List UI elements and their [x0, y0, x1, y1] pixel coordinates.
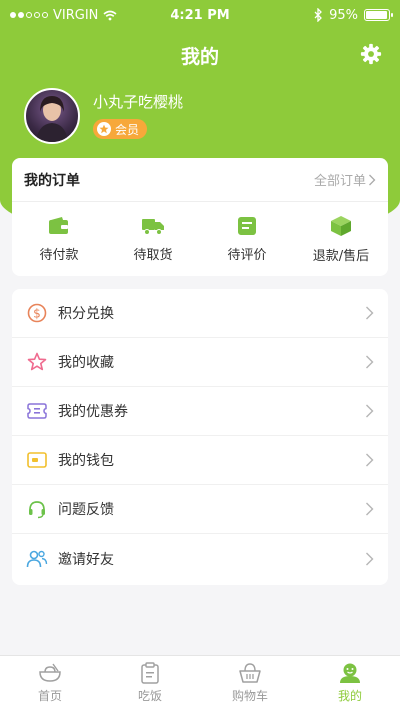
gear-icon[interactable] [360, 43, 382, 65]
order-pending-pickup[interactable]: 待取货 [106, 202, 200, 276]
chevron-right-icon [366, 404, 374, 418]
tab-label: 我的 [337, 689, 362, 703]
battery-icon [364, 9, 393, 21]
tab-meals[interactable]: 吃饭 [100, 656, 200, 710]
status-time: 4:21 PM [170, 7, 230, 23]
chevron-right-icon [369, 174, 376, 185]
page-title: 我的 [180, 46, 219, 68]
bowl-icon [39, 663, 61, 682]
menu-item-favorites[interactable]: 我的收藏 [12, 338, 388, 387]
wallet-icon [49, 216, 68, 234]
menu-item-label: 我的收藏 [58, 355, 114, 371]
menu-item-label: 我的优惠券 [58, 404, 128, 420]
chevron-right-icon [366, 502, 374, 516]
basket-icon [239, 663, 261, 683]
order-pending-payment[interactable]: 待付款 [12, 202, 106, 276]
menu-list: $ 积分兑换 我的收藏 我的优惠券 我的钱包 问题反馈 邀请好友 [12, 289, 388, 585]
star-icon [97, 122, 111, 136]
truck-icon [142, 218, 164, 235]
tab-cart[interactable]: 购物车 [200, 656, 300, 710]
member-badge[interactable]: 会员 [93, 119, 148, 139]
tab-bar: 首页 吃饭 购物车 我的 [0, 655, 400, 710]
order-item-label: 待付款 [39, 247, 79, 263]
box-icon [331, 215, 351, 236]
menu-item-label: 积分兑换 [58, 306, 114, 322]
order-pending-review[interactable]: 待评价 [200, 202, 294, 276]
status-bar: VIRGIN 4:21 PM 95% [0, 0, 400, 30]
all-orders-label: 全部订单 [313, 174, 366, 189]
menu-item-coupons[interactable]: 我的优惠券 [12, 387, 388, 436]
avatar-portrait [36, 96, 68, 142]
battery-fill [366, 11, 387, 19]
tab-label: 购物车 [231, 689, 268, 703]
clipboard-icon [141, 662, 159, 684]
chevron-right-icon [366, 453, 374, 467]
order-refund[interactable]: 退款/售后 [294, 202, 388, 276]
chevron-right-icon [366, 306, 374, 320]
menu-item-label: 邀请好友 [58, 551, 114, 568]
order-item-label: 退款/售后 [312, 248, 370, 264]
menu-item-feedback[interactable]: 问题反馈 [12, 485, 388, 534]
order-card-title: 我的订单 [24, 172, 80, 189]
menu-item-wallet[interactable]: 我的钱包 [12, 436, 388, 485]
headset-icon [26, 498, 48, 520]
member-badge-label: 会员 [115, 122, 140, 137]
order-item-label: 待评价 [227, 247, 267, 263]
username[interactable]: 小丸子吃樱桃 [93, 91, 183, 112]
order-item-label: 待取货 [133, 247, 173, 263]
user-icon [340, 663, 360, 683]
users-icon [26, 548, 48, 570]
tab-profile[interactable]: 我的 [300, 656, 400, 710]
coupon-icon [26, 400, 48, 422]
tab-home[interactable]: 首页 [0, 656, 100, 710]
all-orders-link[interactable]: 全部订单 [314, 170, 376, 189]
wallet-icon [26, 449, 48, 471]
menu-item-label: 我的钱包 [58, 453, 114, 469]
chevron-right-icon [366, 552, 374, 565]
avatar[interactable] [24, 88, 80, 144]
menu-item-invite-friends[interactable]: 邀请好友 [12, 534, 388, 583]
order-card-header: 我的订单 全部订单 [12, 158, 388, 202]
svg-text:$: $ [33, 307, 41, 321]
tab-label: 首页 [37, 689, 62, 703]
order-card: 我的订单 全部订单 待付款 待取货 待评价 退款/售后 [12, 158, 388, 276]
menu-item-points-exchange[interactable]: $ 积分兑换 [12, 289, 388, 338]
coin-icon: $ [26, 302, 48, 324]
chevron-right-icon [366, 355, 374, 369]
menu-item-label: 问题反馈 [58, 502, 114, 518]
tab-label: 吃饭 [137, 689, 162, 703]
review-icon [238, 216, 256, 235]
star-icon [26, 351, 48, 373]
